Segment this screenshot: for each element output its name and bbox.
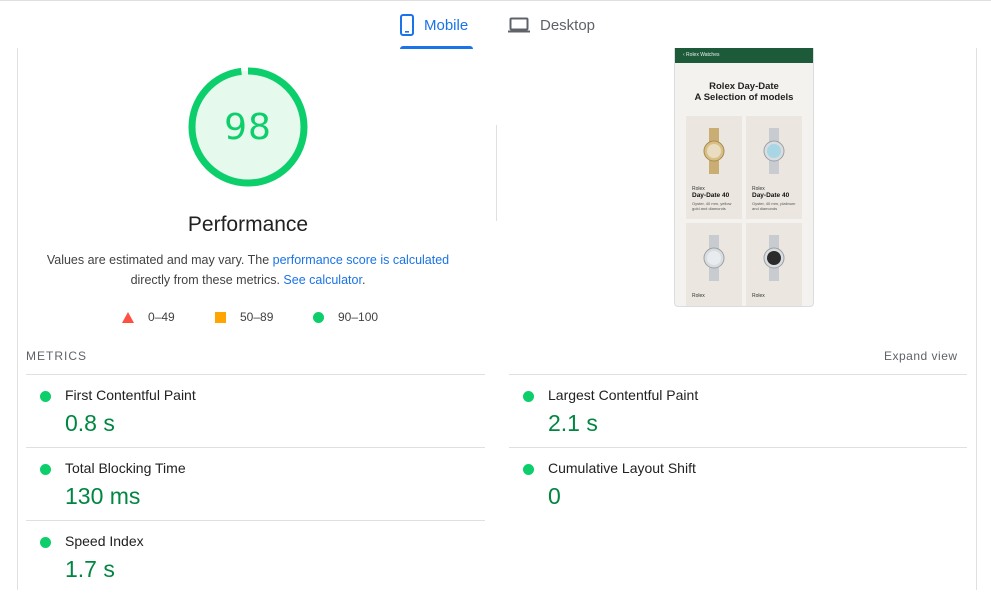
laptop-icon: [508, 17, 530, 33]
pass-circle-icon: [40, 464, 51, 475]
triangle-icon: [122, 311, 134, 323]
metric-label: Largest Contentful Paint: [548, 387, 699, 403]
gold-watch-icon: [703, 128, 725, 174]
metric-value: 130 ms: [65, 483, 141, 509]
panel-border-left: [17, 48, 18, 590]
pass-circle-icon: [523, 391, 534, 402]
legend-pass: 90–100: [313, 310, 378, 324]
circle-icon: [313, 311, 324, 323]
see-calculator-link[interactable]: See calculator: [283, 273, 362, 287]
metric-label: Total Blocking Time: [65, 460, 186, 476]
silver-watch-icon: [703, 235, 725, 281]
screenshot-heading-line1: Rolex Day-Date: [709, 81, 779, 92]
metric-label: First Contentful Paint: [65, 387, 196, 403]
panel-border-right: [976, 48, 977, 590]
screenshot-item: Rolex Day-Date 40 Oyster, 40 mm, platinu…: [746, 116, 802, 219]
vertical-divider: [496, 125, 497, 221]
legend-average: 50–89: [215, 310, 273, 324]
black-dial-watch-icon: [763, 235, 785, 281]
screenshot-item: Rolex: [686, 223, 742, 306]
metric-value: 2.1 s: [548, 410, 598, 436]
legend-pass-label: 90–100: [338, 310, 379, 324]
pass-circle-icon: [40, 391, 51, 402]
metric-total-blocking-time[interactable]: Total Blocking Time 130 ms: [26, 447, 485, 520]
metric-label: Cumulative Layout Shift: [548, 460, 696, 476]
legend-fail-label: 0–49: [148, 310, 175, 324]
performance-score: 98: [224, 106, 272, 148]
desc-suffix: .: [361, 273, 366, 287]
metric-speed-index[interactable]: Speed Index 1.7 s: [26, 520, 485, 593]
pass-circle-icon: [523, 464, 534, 475]
tab-mobile-label: Mobile: [424, 16, 469, 34]
metric-value: 0: [548, 483, 561, 509]
tab-desktop-label: Desktop: [540, 16, 596, 34]
performance-score-link[interactable]: performance score is calculated: [273, 253, 449, 267]
screenshot-heading: Rolex Day-Date A Selection of models: [675, 81, 813, 103]
platinum-watch-icon: [763, 128, 785, 174]
square-icon: [215, 311, 226, 323]
screenshot-heading-line2: A Selection of models: [694, 92, 794, 103]
pass-circle-icon: [40, 537, 51, 548]
legend-fail: 0–49: [122, 310, 175, 324]
metric-label: Speed Index: [65, 533, 144, 549]
legend-average-label: 50–89: [240, 310, 274, 324]
performance-description: Values are estimated and may vary. The p…: [40, 250, 456, 290]
desc-middle: directly from these metrics.: [130, 273, 284, 287]
metric-largest-contentful-paint[interactable]: Largest Contentful Paint 2.1 s: [509, 374, 967, 447]
tab-desktop[interactable]: Desktop: [508, 1, 595, 49]
screenshot-item: Rolex: [746, 223, 802, 306]
screenshot-nav: ‹ Rolex Watches: [675, 48, 813, 63]
phone-icon: [400, 14, 414, 36]
metrics-heading: METRICS: [26, 349, 87, 363]
final-screenshot[interactable]: ‹ Rolex Watches Rolex Day-Date A Selecti…: [674, 48, 814, 307]
expand-view-button[interactable]: Expand view: [884, 349, 958, 363]
device-tabs: Mobile Desktop: [0, 0, 991, 49]
tab-mobile[interactable]: Mobile: [400, 1, 473, 49]
metric-cumulative-layout-shift[interactable]: Cumulative Layout Shift 0: [509, 447, 967, 520]
metric-first-contentful-paint[interactable]: First Contentful Paint 0.8 s: [26, 374, 485, 447]
metric-value: 1.7 s: [65, 556, 115, 582]
metric-value: 0.8 s: [65, 410, 115, 436]
desc-prefix: Values are estimated and may vary. The: [46, 253, 273, 267]
screenshot-item: Rolex Day-Date 40 Oyster, 40 mm, yellow …: [686, 116, 742, 219]
performance-title: Performance: [187, 213, 309, 236]
